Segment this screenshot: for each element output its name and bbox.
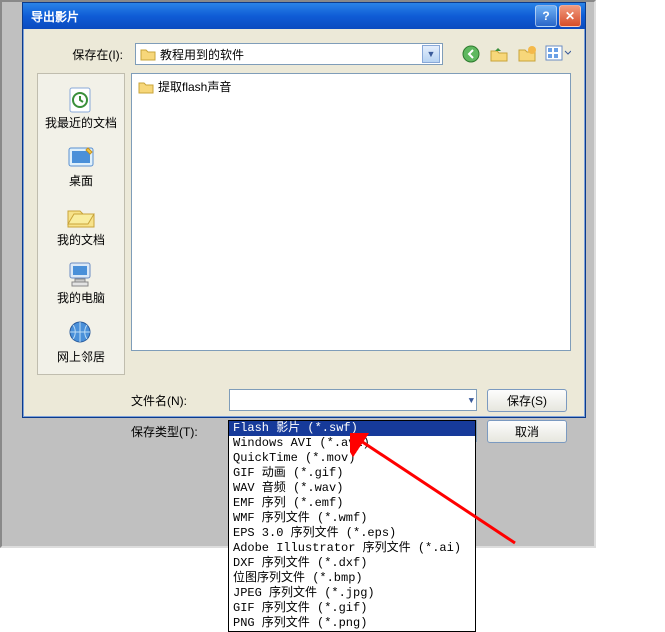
back-icon[interactable] [461,44,481,64]
my-documents-icon [64,201,98,231]
place-label: 网上邻居 [57,350,105,364]
titlebar: 导出影片 ? ✕ [23,3,585,29]
save-button[interactable]: 保存(S) [487,389,567,412]
file-list-pane[interactable]: 提取flash声音 [131,73,571,351]
filename-row: 文件名(N): ▼ 保存(S) [37,389,571,412]
my-computer-icon [64,259,98,289]
filetype-label: 保存类型(T): [131,423,219,440]
filetype-option[interactable]: WMF 序列文件 (*.wmf) [229,511,475,526]
save-in-dropdown-button[interactable]: ▼ [422,45,440,63]
filetype-option[interactable]: PNG 序列文件 (*.png) [229,616,475,631]
view-menu-icon[interactable] [545,44,571,64]
filename-dropdown-button[interactable]: ▼ [469,393,474,407]
list-item[interactable]: 提取flash声音 [138,78,564,95]
body-area: 我最近的文档 桌面 我的文档 我的电脑 网上邻居 [23,71,585,375]
save-in-label: 保存在(I): [37,46,129,63]
place-label: 我最近的文档 [45,116,117,130]
filetype-option[interactable]: GIF 序列文件 (*.gif) [229,601,475,616]
place-desktop[interactable]: 桌面 [38,136,124,194]
filetype-option[interactable]: 位图序列文件 (*.bmp) [229,571,475,586]
filetype-option[interactable]: GIF 动画 (*.gif) [229,466,475,481]
desktop-icon [64,142,98,172]
filetype-option[interactable]: QuickTime (*.mov) [229,451,475,466]
cancel-button[interactable]: 取消 [487,420,567,443]
filetype-option[interactable]: Flash 影片 (*.swf) [229,421,475,436]
up-one-level-icon[interactable] [489,44,509,64]
chevron-down-icon: ▼ [469,396,474,406]
filetype-option[interactable]: DXF 序列文件 (*.dxf) [229,556,475,571]
folder-icon [138,80,154,94]
filename-label: 文件名(N): [131,392,219,409]
file-item-name: 提取flash声音 [158,78,231,95]
cancel-button-label: 取消 [515,423,539,440]
place-label: 我的文档 [57,233,105,247]
new-folder-icon[interactable] [517,44,537,64]
place-my-computer[interactable]: 我的电脑 [38,253,124,311]
place-network[interactable]: 网上邻居 [38,312,124,370]
places-bar: 我最近的文档 桌面 我的文档 我的电脑 网上邻居 [37,73,125,375]
nav-icons [461,44,571,64]
filetype-option[interactable]: Adobe Illustrator 序列文件 (*.ai) [229,541,475,556]
folder-icon [140,47,156,61]
help-icon: ? [542,9,549,23]
place-label: 桌面 [69,174,93,188]
save-in-combobox[interactable]: 教程用到的软件 ▼ [135,43,443,65]
close-button[interactable]: ✕ [559,5,581,27]
export-movie-dialog: 导出影片 ? ✕ 保存在(I): 教程用到的软件 ▼ [22,2,586,418]
filetype-option[interactable]: EPS 3.0 序列文件 (*.eps) [229,526,475,541]
filetype-dropdown-list[interactable]: Flash 影片 (*.swf)Windows AVI (*.avi)Quick… [228,420,476,632]
network-places-icon [64,318,98,348]
place-label: 我的电脑 [57,291,105,305]
filetype-option[interactable]: WAV 音频 (*.wav) [229,481,475,496]
dialog-title: 导出影片 [31,8,533,25]
filetype-option[interactable]: Windows AVI (*.avi) [229,436,475,451]
chevron-down-icon: ▼ [427,50,436,59]
save-button-label: 保存(S) [507,392,547,409]
save-in-row: 保存在(I): 教程用到的软件 ▼ [23,29,585,71]
save-in-value: 教程用到的软件 [160,46,422,63]
help-button[interactable]: ? [535,5,557,27]
filename-combobox[interactable]: ▼ [229,389,477,411]
filetype-option[interactable]: EMF 序列 (*.emf) [229,496,475,511]
close-icon: ✕ [565,9,575,23]
place-recent[interactable]: 我最近的文档 [38,78,124,136]
recent-docs-icon [64,84,98,114]
place-my-documents[interactable]: 我的文档 [38,195,124,253]
